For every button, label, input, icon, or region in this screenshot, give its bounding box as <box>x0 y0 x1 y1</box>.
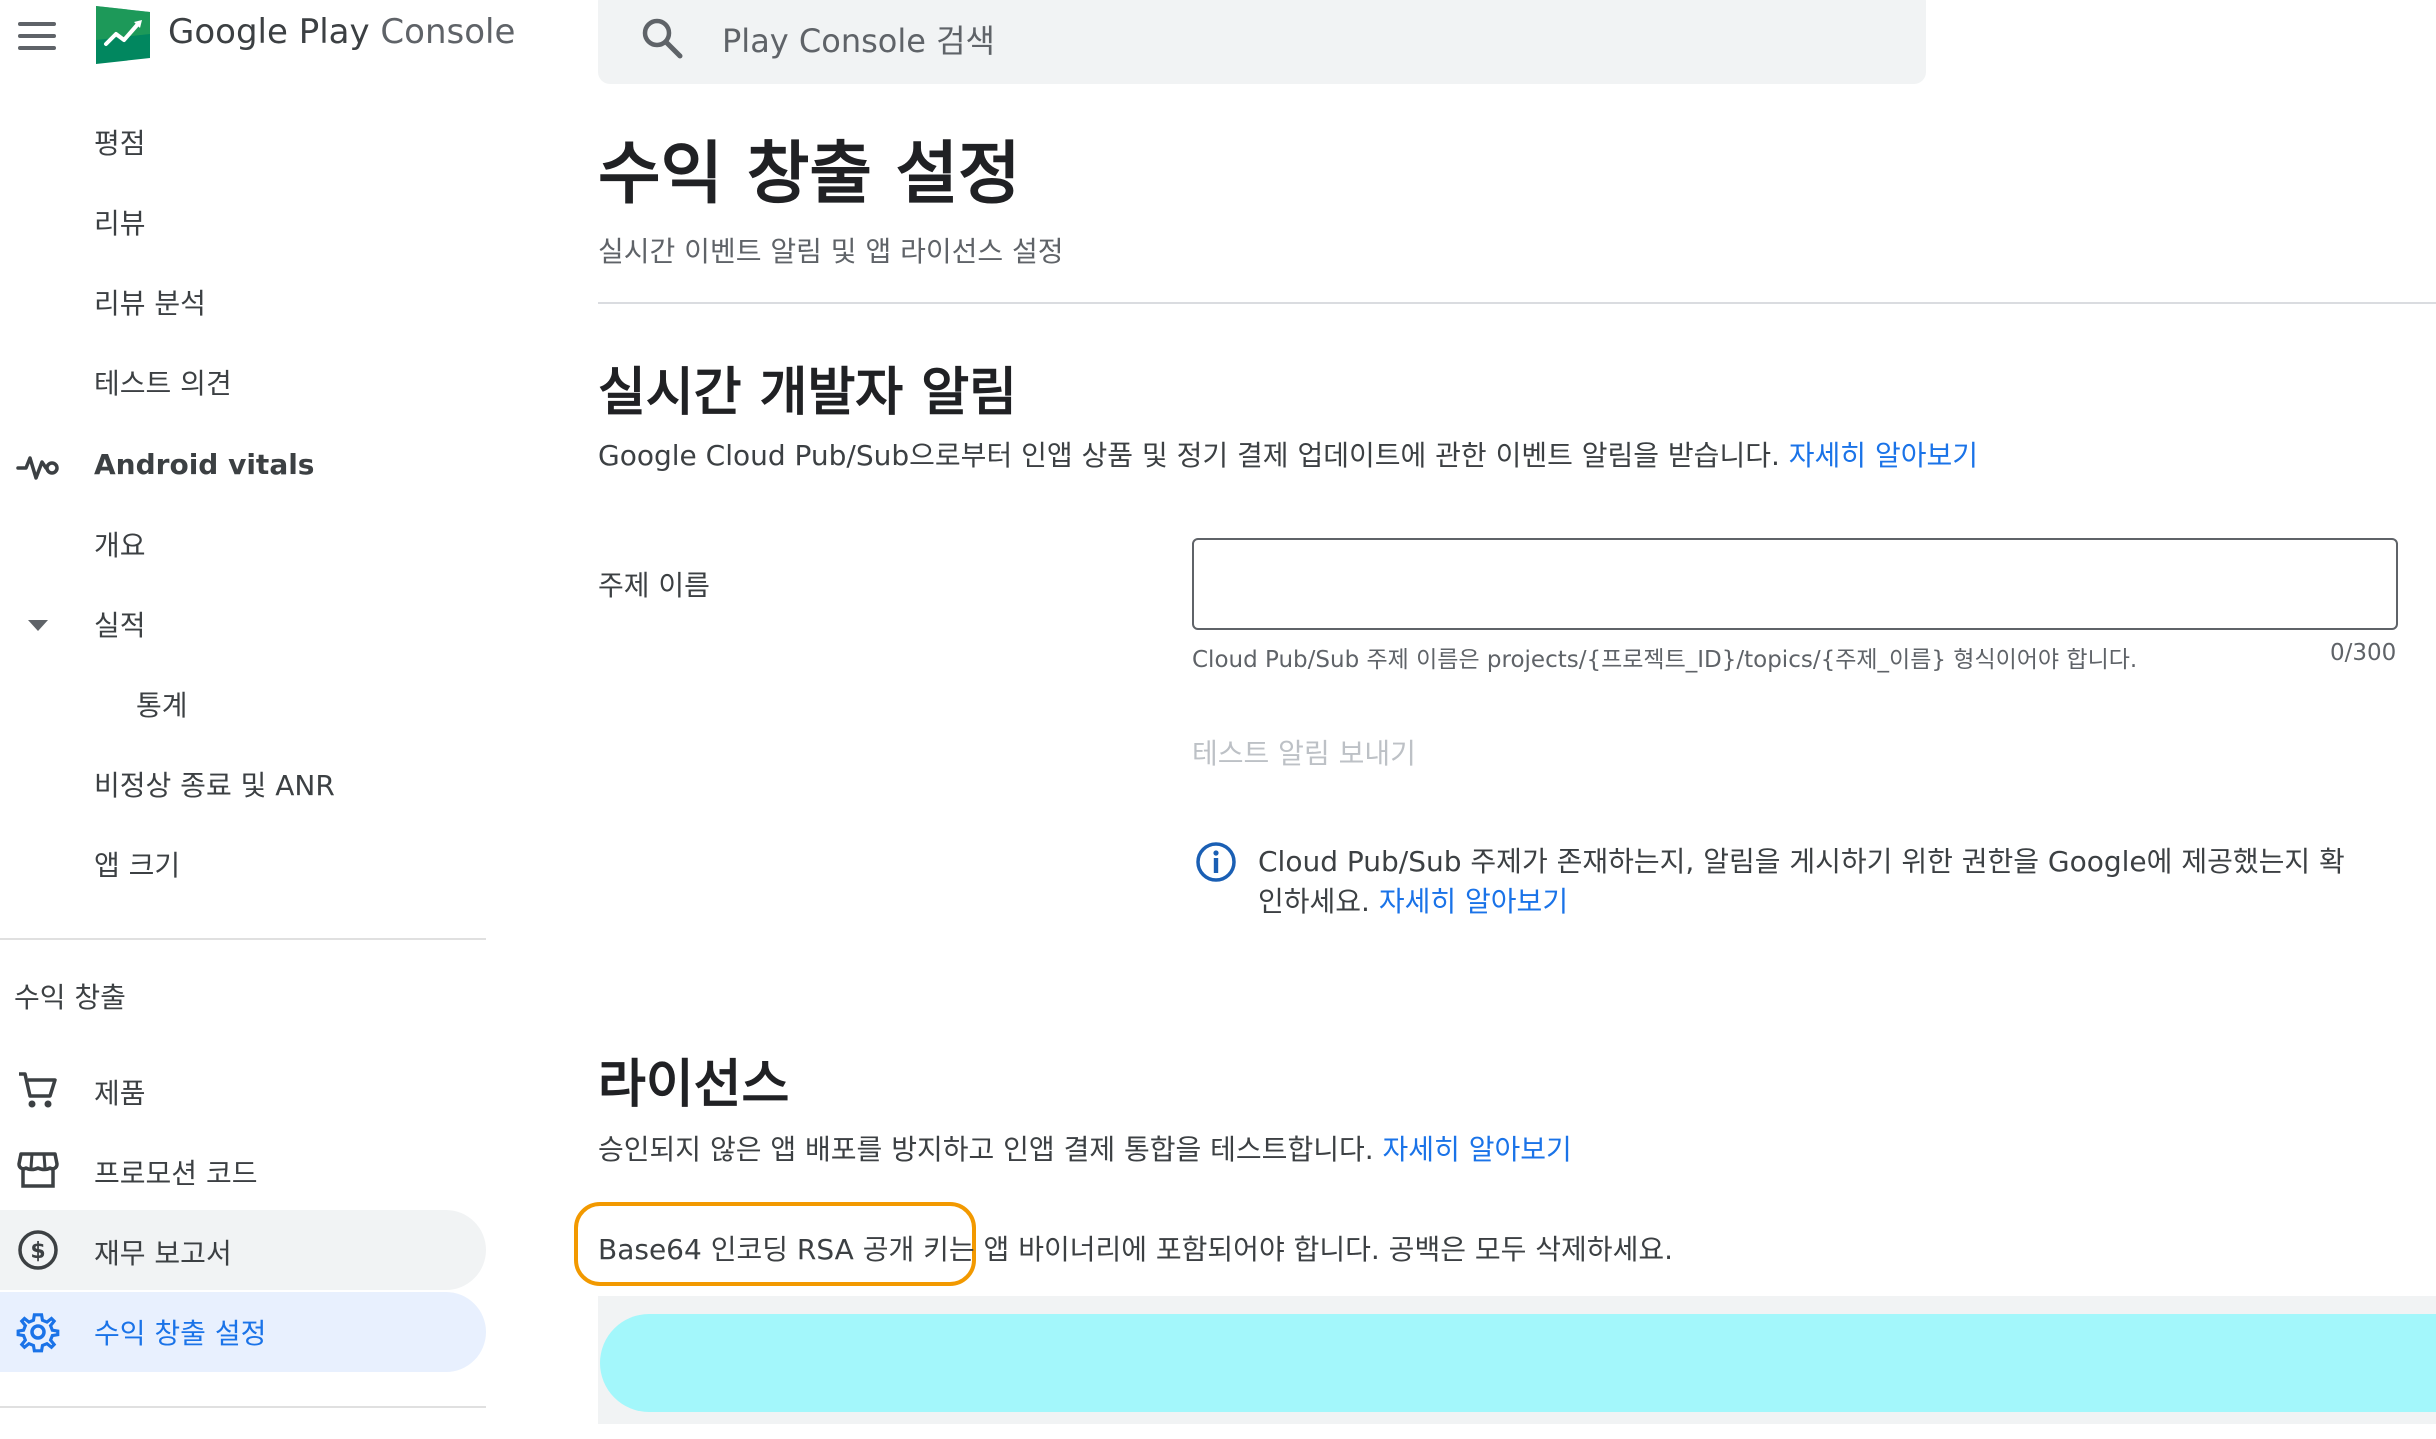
info-icon <box>1196 842 1236 882</box>
sidebar-item-app-size[interactable]: 앱 크기 <box>94 844 180 884</box>
licensing-description: 승인되지 않은 앱 배포를 방지하고 인앱 결제 통합을 테스트합니다. 자세히… <box>598 1128 1572 1168</box>
shopping-cart-icon <box>19 1072 57 1108</box>
gear-icon <box>16 1313 60 1353</box>
topic-name-input[interactable] <box>1192 538 2398 630</box>
rtdn-description-text: Google Cloud Pub/Sub으로부터 인앱 상품 및 정기 결제 업… <box>598 439 1780 472</box>
page-subtitle: 실시간 이벤트 알림 및 앱 라이선스 설정 <box>598 235 1064 268</box>
sidebar-item-ratings[interactable]: 평점 <box>94 122 146 162</box>
sidebar-item-monetization-setup[interactable]: 수익 창출 설정 <box>94 1312 266 1352</box>
svg-text:$: $ <box>30 1239 45 1264</box>
brand-google: Google Play <box>168 12 370 52</box>
sidebar-item-reviews[interactable]: 리뷰 <box>94 202 146 242</box>
storefront-icon <box>17 1152 59 1188</box>
info-message: Cloud Pub/Sub 주제가 존재하는지, 알림을 게시하기 위한 권한을… <box>1258 842 2398 922</box>
chevron-down-icon[interactable] <box>28 620 48 631</box>
rtdn-description: Google Cloud Pub/Sub으로부터 인앱 상품 및 정기 결제 업… <box>598 434 1978 474</box>
rsa-public-key-field[interactable] <box>600 1314 2436 1412</box>
sidebar-item-financial-reports[interactable]: 재무 보고서 <box>94 1232 232 1272</box>
sidebar-item-review-analysis[interactable]: 리뷰 분석 <box>94 282 206 322</box>
info-line-1: Cloud Pub/Sub 주제가 존재하는지, 알림을 게시하기 위한 권한을… <box>1258 845 2345 878</box>
play-console-logo-icon[interactable] <box>94 4 152 66</box>
sidebar-divider <box>0 938 486 940</box>
info-learn-more-link[interactable]: 자세히 알아보기 <box>1379 885 1568 918</box>
sidebar-section-monetize: 수익 창출 <box>14 981 126 1014</box>
rtdn-heading: 실시간 개발자 알림 <box>598 363 1017 423</box>
sidebar-item-overview[interactable]: 개요 <box>94 524 146 564</box>
hamburger-menu-icon[interactable] <box>18 22 58 52</box>
search-icon[interactable] <box>638 14 686 62</box>
licensing-heading: 라이선스 <box>598 1055 790 1115</box>
topic-name-label: 주제 이름 <box>598 569 710 602</box>
rsa-key-label: Base64 인코딩 RSA 공개 키는 앱 바이너리에 포함되어야 합니다. … <box>598 1228 1673 1268</box>
vitals-pulse-icon <box>16 456 59 480</box>
sidebar-item-performance[interactable]: 실적 <box>94 604 146 644</box>
search-input[interactable]: Play Console 검색 <box>722 16 995 62</box>
sidebar-item-stats[interactable]: 통계 <box>136 684 188 724</box>
topic-helper-text: Cloud Pub/Sub 주제 이름은 projects/{프로젝트_ID}/… <box>1192 647 2138 673</box>
rsa-key-label-highlight: Base64 인코딩 RSA 공개 키는 <box>598 1233 975 1266</box>
sidebar-item-promo-codes[interactable]: 프로모션 코드 <box>94 1152 257 1192</box>
sidebar-nav: Google Play Console 평점 리뷰 리뷰 분석 테스트 의견 A… <box>0 0 515 1439</box>
sidebar-section-android-vitals[interactable]: Android vitals <box>94 448 314 481</box>
dollar-circle-icon: $ <box>18 1230 58 1270</box>
sidebar-item-financial-reports-bg[interactable] <box>0 1210 486 1290</box>
brand-title[interactable]: Google Play Console <box>168 12 515 52</box>
info-line-2-text: 인하세요. <box>1258 885 1370 918</box>
topic-char-counter: 0/300 <box>2330 640 2397 666</box>
licensing-learn-more-link[interactable]: 자세히 알아보기 <box>1383 1133 1572 1166</box>
rsa-key-label-rest: 앱 바이너리에 포함되어야 합니다. 공백은 모두 삭제하세요. <box>974 1233 1673 1266</box>
info-line-2: 인하세요. 자세히 알아보기 <box>1258 882 2398 922</box>
sidebar-item-crashes-anr[interactable]: 비정상 종료 및 ANR <box>94 764 335 804</box>
sidebar-item-testing-feedback[interactable]: 테스트 의견 <box>94 362 232 402</box>
play-console-page: Google Play Console 평점 리뷰 리뷰 분석 테스트 의견 A… <box>0 0 2436 1439</box>
rtdn-learn-more-link[interactable]: 자세히 알아보기 <box>1789 439 1978 472</box>
header-divider <box>598 302 2436 304</box>
licensing-description-text: 승인되지 않은 앱 배포를 방지하고 인앱 결제 통합을 테스트합니다. <box>598 1133 1374 1166</box>
search-bar[interactable]: Play Console 검색 <box>598 0 1926 84</box>
send-test-notification-button[interactable]: 테스트 알림 보내기 <box>1192 732 1416 772</box>
brand-console: Console <box>380 12 516 52</box>
page-title: 수익 창출 설정 <box>598 135 1021 214</box>
sidebar-item-products[interactable]: 제품 <box>94 1072 146 1112</box>
sidebar-divider-bottom <box>0 1406 486 1408</box>
